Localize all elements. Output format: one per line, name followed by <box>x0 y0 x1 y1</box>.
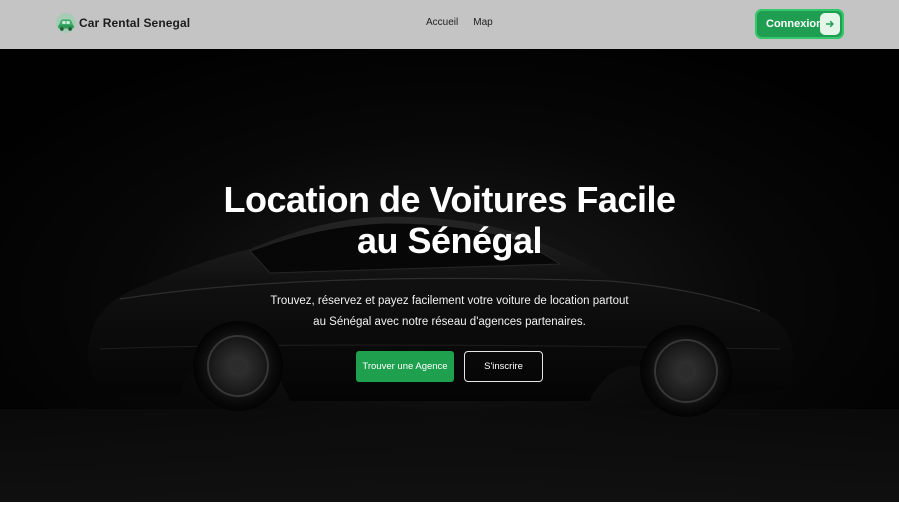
hero-title: Location de Voitures Facile au Sénégal <box>0 179 899 261</box>
arrow-right-icon <box>820 13 840 35</box>
hero-subtitle-line-2: au Sénégal avec notre réseau d'agences p… <box>313 316 586 328</box>
nav-link-map[interactable]: Map <box>473 17 492 28</box>
register-button[interactable]: S'inscrire <box>464 351 543 382</box>
page-bottom-edge <box>0 502 899 512</box>
hero-section: Location de Voitures Facile au Sénégal T… <box>0 49 899 502</box>
login-button[interactable]: Connexion <box>755 9 844 39</box>
hero-title-line-1: Location de Voitures Facile <box>223 179 676 220</box>
car-logo-icon <box>55 12 77 34</box>
brand-link[interactable]: Car Rental Senegal <box>55 12 190 34</box>
hero-title-line-2: au Sénégal <box>356 220 543 261</box>
nav-links: Accueil Map <box>426 17 493 28</box>
hero-subtitle: Trouvez, réservez et payez facilement vo… <box>0 291 899 333</box>
brand-name: Car Rental Senegal <box>79 16 191 30</box>
navbar: Car Rental Senegal Accueil Map Connexion <box>0 0 899 49</box>
hero-car-background-image <box>0 49 899 502</box>
nav-link-accueil[interactable]: Accueil <box>426 17 458 28</box>
find-agency-button[interactable]: Trouver une Agence <box>356 351 454 382</box>
login-button-label: Connexion <box>766 18 823 30</box>
hero-subtitle-line-1: Trouvez, réservez et payez facilement vo… <box>270 295 629 307</box>
